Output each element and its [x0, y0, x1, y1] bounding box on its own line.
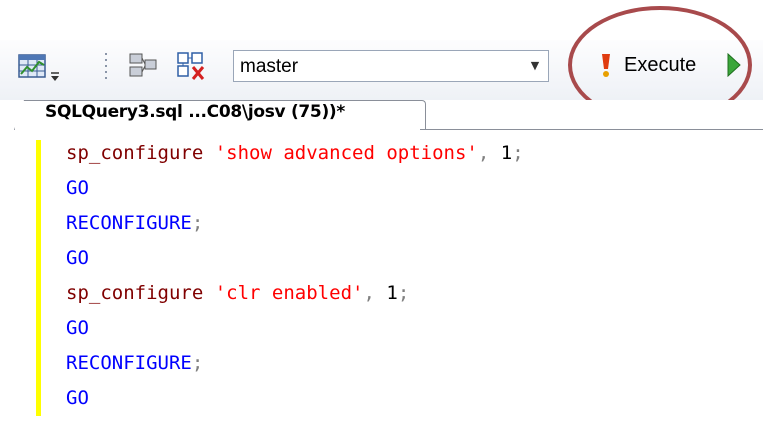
code-line-3: RECONFIGURE;: [66, 212, 203, 234]
code-string: 'show advanced options': [214, 142, 478, 164]
code-punctuation: ;: [512, 142, 524, 164]
code-keyword: RECONFIGURE: [66, 212, 192, 234]
code-punctuation: ;: [397, 282, 410, 304]
query-editor[interactable]: sp_configure 'show advanced options', 1;…: [0, 130, 763, 421]
code-line-6: GO: [66, 317, 89, 339]
code-line-2: GO: [66, 177, 89, 199]
code-function: sp_configure: [66, 282, 204, 304]
query-options-icon[interactable]: [176, 51, 210, 81]
code-line-4: GO: [66, 247, 89, 269]
code-punctuation: ;: [191, 352, 204, 374]
tab-title: SQLQuery3.sql ...C08\josv (75))*: [45, 102, 345, 122]
tab-sqlquery3[interactable]: SQLQuery3.sql ...C08\josv (75))*: [14, 100, 426, 130]
code-line-7: RECONFIGURE;: [66, 352, 203, 374]
change-tracking-gutter: [36, 140, 41, 416]
code-keyword: RECONFIGURE: [66, 352, 192, 374]
code-line-5: sp_configure 'clr enabled', 1;: [66, 282, 409, 304]
code-line-1: sp_configure 'show advanced options', 1;: [66, 142, 524, 164]
code-keyword: GO: [66, 317, 89, 339]
code-keyword: GO: [66, 177, 89, 199]
code-punctuation: ;: [191, 212, 204, 234]
code-line-8: GO: [66, 387, 89, 409]
results-grid-icon[interactable]: [18, 52, 48, 80]
document-tabs: SQLQuery3.sql ...C08\josv (75))*: [0, 100, 763, 130]
database-select-value: master: [240, 56, 299, 77]
display-plan-icon[interactable]: [128, 52, 158, 80]
code-string: 'clr enabled': [214, 282, 364, 304]
code-keyword: GO: [66, 247, 89, 269]
code-function: sp_configure: [66, 142, 204, 164]
code-number: 1: [386, 282, 398, 304]
query-toolbar: master ▼ Execute: [0, 0, 763, 124]
code-keyword: GO: [66, 387, 89, 409]
code-punctuation: ,: [363, 282, 375, 304]
database-select[interactable]: master ▼: [233, 50, 549, 82]
chevron-down-icon[interactable]: ▼: [527, 56, 543, 76]
results-dropdown-icon[interactable]: [50, 70, 60, 82]
toolbar-grip-icon: [104, 52, 108, 82]
code-number: 1: [500, 142, 513, 164]
code-punctuation: ,: [477, 142, 490, 164]
